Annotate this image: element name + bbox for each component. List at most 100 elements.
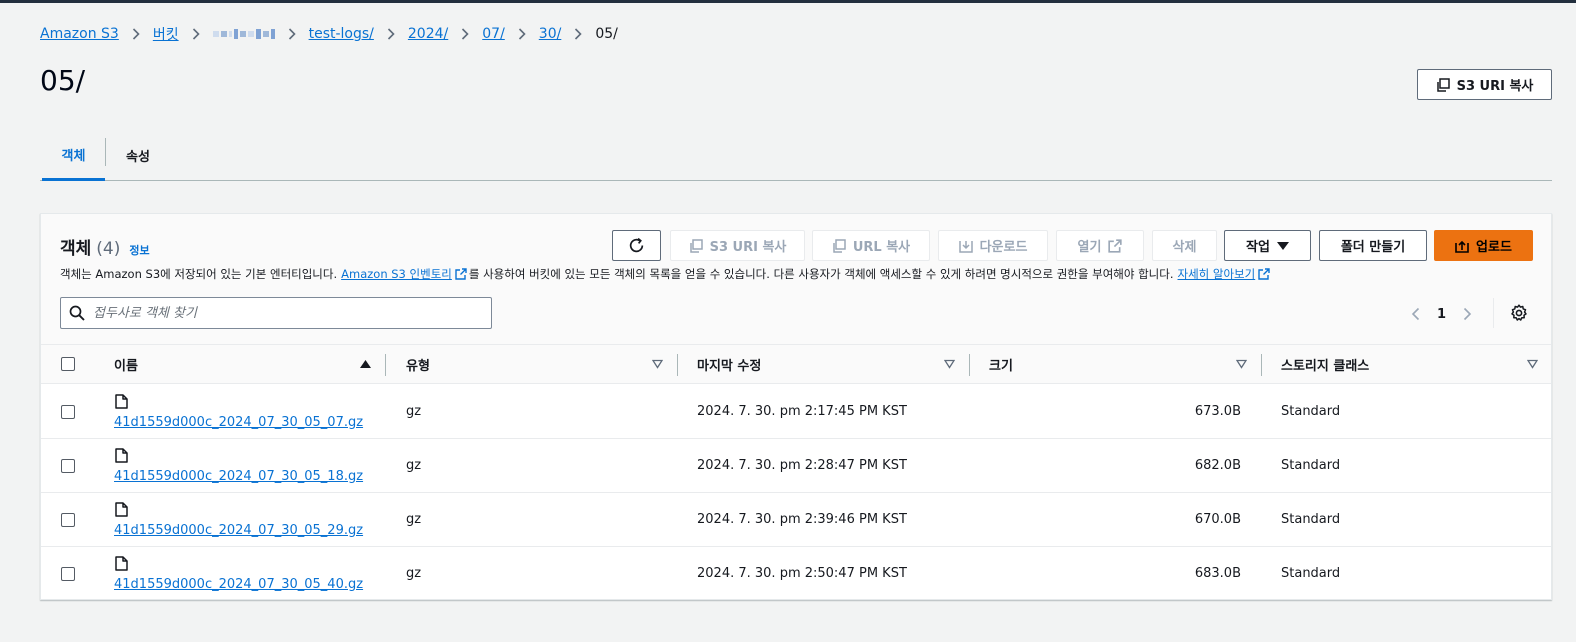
object-type: gz	[406, 512, 422, 527]
delete-button[interactable]: 삭제	[1152, 230, 1217, 261]
top-bar	[0, 0, 1576, 3]
object-storage-class: Standard	[1281, 566, 1341, 581]
table-row: 41d1559d000c_2024_07_30_05_40.gz gz 2024…	[41, 547, 1551, 601]
object-storage-class: Standard	[1281, 404, 1341, 419]
copy-s3-uri-toolbar-label: S3 URI 복사	[709, 240, 787, 255]
copy-s3-uri-button[interactable]: S3 URI 복사	[1417, 69, 1552, 100]
chevron-right-icon	[516, 28, 528, 40]
create-folder-button[interactable]: 폴더 만들기	[1319, 230, 1427, 261]
column-divider	[1261, 354, 1262, 376]
learn-more-link[interactable]: 자세히 알아보기	[1178, 266, 1256, 282]
copy-s3-uri-label: S3 URI 복사	[1456, 79, 1534, 94]
external-link-icon	[455, 268, 467, 280]
external-link-icon	[1108, 238, 1123, 253]
chevron-right-icon	[130, 28, 142, 40]
sort-icon[interactable]	[1236, 359, 1247, 369]
tab-bar: 객체 속성	[40, 130, 1552, 181]
copy-url-button[interactable]: URL 복사	[812, 230, 930, 261]
sort-icon[interactable]	[652, 359, 663, 369]
search-field[interactable]	[60, 297, 492, 329]
row-checkbox[interactable]	[61, 459, 75, 473]
copy-s3-uri-toolbar-button[interactable]: S3 URI 복사	[670, 230, 805, 261]
object-name-link[interactable]: 41d1559d000c_2024_07_30_05_07.gz	[114, 415, 363, 430]
select-all-checkbox[interactable]	[61, 357, 75, 371]
file-icon	[115, 448, 128, 463]
column-divider	[385, 354, 386, 376]
table-row: 41d1559d000c_2024_07_30_05_18.gz gz 2024…	[41, 439, 1551, 493]
chevron-right-icon	[572, 28, 584, 40]
object-size: 683.0B	[1194, 566, 1241, 581]
chevron-right-icon[interactable]	[1460, 307, 1474, 321]
object-name-link[interactable]: 41d1559d000c_2024_07_30_05_18.gz	[114, 469, 363, 484]
create-folder-label: 폴더 만들기	[1340, 240, 1406, 255]
desc-text-1: 객체는 Amazon S3에 저장되어 있는 기본 엔터티입니다.	[60, 267, 338, 281]
page-number[interactable]: 1	[1437, 307, 1446, 322]
object-type: gz	[406, 404, 422, 419]
object-last-modified: 2024. 7. 30. pm 2:17:45 PM KST	[697, 404, 907, 419]
upload-icon	[1455, 240, 1469, 253]
external-link-icon	[1258, 268, 1270, 280]
table-row: 41d1559d000c_2024_07_30_05_29.gz gz 2024…	[41, 493, 1551, 547]
copy-icon	[689, 238, 703, 253]
column-header-storage-class[interactable]: 스토리지 클래스	[1281, 345, 1369, 384]
upload-button[interactable]: 업로드	[1434, 230, 1533, 261]
object-size: 673.0B	[1194, 404, 1241, 419]
file-icon	[115, 502, 128, 517]
row-checkbox[interactable]	[61, 567, 75, 581]
chevron-right-icon	[286, 28, 298, 40]
object-type: gz	[406, 566, 422, 581]
search-icon	[69, 305, 85, 321]
tab-objects[interactable]: 객체	[42, 130, 105, 181]
open-label: 열기	[1077, 240, 1102, 255]
object-name-link[interactable]: 41d1559d000c_2024_07_30_05_40.gz	[114, 577, 363, 592]
breadcrumb-buckets[interactable]: 버킷	[153, 24, 179, 44]
actions-dropdown[interactable]: 작업	[1224, 230, 1311, 261]
table-row: 41d1559d000c_2024_07_30_05_07.gz gz 2024…	[41, 385, 1551, 439]
column-header-last-modified[interactable]: 마지막 수정	[697, 345, 761, 384]
breadcrumb-test-logs[interactable]: test-logs/	[309, 26, 374, 42]
column-divider	[677, 354, 678, 376]
refresh-button[interactable]	[612, 230, 661, 261]
search-input[interactable]	[93, 305, 473, 321]
object-size: 682.0B	[1194, 458, 1241, 473]
file-icon	[115, 556, 128, 571]
chevron-right-icon	[385, 28, 397, 40]
s3-inventory-link[interactable]: Amazon S3 인벤토리	[341, 266, 452, 282]
info-link[interactable]: 정보	[129, 242, 149, 258]
panel-title-text: 객체	[60, 239, 92, 259]
column-divider	[969, 354, 970, 376]
breadcrumb-bucket-name-redacted[interactable]	[212, 28, 275, 40]
breadcrumb-30[interactable]: 30/	[539, 26, 562, 42]
sort-icon[interactable]	[1527, 359, 1538, 369]
gear-icon[interactable]	[1510, 304, 1528, 322]
panel-description: 객체는 Amazon S3에 저장되어 있는 기본 엔터티입니다. Amazon…	[60, 266, 1272, 282]
sort-icon[interactable]	[944, 359, 955, 369]
column-header-size[interactable]: 크기	[989, 345, 1013, 384]
object-storage-class: Standard	[1281, 458, 1341, 473]
objects-panel: 객체 (4) 정보 객체는 Amazon S3에 저장되어 있는 기본 엔터티입…	[40, 213, 1552, 600]
download-label: 다운로드	[979, 240, 1028, 255]
row-checkbox[interactable]	[61, 513, 75, 527]
open-button[interactable]: 열기	[1056, 230, 1144, 261]
breadcrumb-amazon-s3[interactable]: Amazon S3	[40, 26, 119, 42]
download-icon	[958, 240, 973, 253]
object-count: (4)	[96, 239, 121, 259]
desc-text-2: 를 사용하여 버킷에 있는 모든 객체의 목록을 얻을 수 있습니다. 다른 사…	[468, 267, 1174, 281]
row-checkbox[interactable]	[61, 405, 75, 419]
object-name-link[interactable]: 41d1559d000c_2024_07_30_05_29.gz	[114, 523, 363, 538]
chevron-left-icon[interactable]	[1409, 307, 1423, 321]
page-title: 05/	[40, 64, 86, 97]
breadcrumb-07[interactable]: 07/	[482, 26, 505, 42]
tab-properties[interactable]: 속성	[106, 130, 170, 180]
breadcrumb-2024[interactable]: 2024/	[408, 26, 448, 42]
download-button[interactable]: 다운로드	[938, 230, 1048, 261]
upload-label: 업로드	[1476, 240, 1512, 255]
actions-label: 작업	[1246, 240, 1270, 255]
breadcrumb: Amazon S3 버킷 test-logs/ 2024/ 07/ 30/ 05…	[40, 24, 618, 44]
column-header-name[interactable]: 이름	[114, 345, 138, 384]
column-header-type[interactable]: 유형	[406, 345, 430, 384]
caret-down-icon	[1276, 241, 1289, 250]
panel-header: 객체 (4) 정보 객체는 Amazon S3에 저장되어 있는 기본 엔터티입…	[41, 214, 1551, 345]
object-last-modified: 2024. 7. 30. pm 2:50:47 PM KST	[697, 566, 907, 581]
sort-ascending-icon[interactable]	[360, 359, 371, 369]
